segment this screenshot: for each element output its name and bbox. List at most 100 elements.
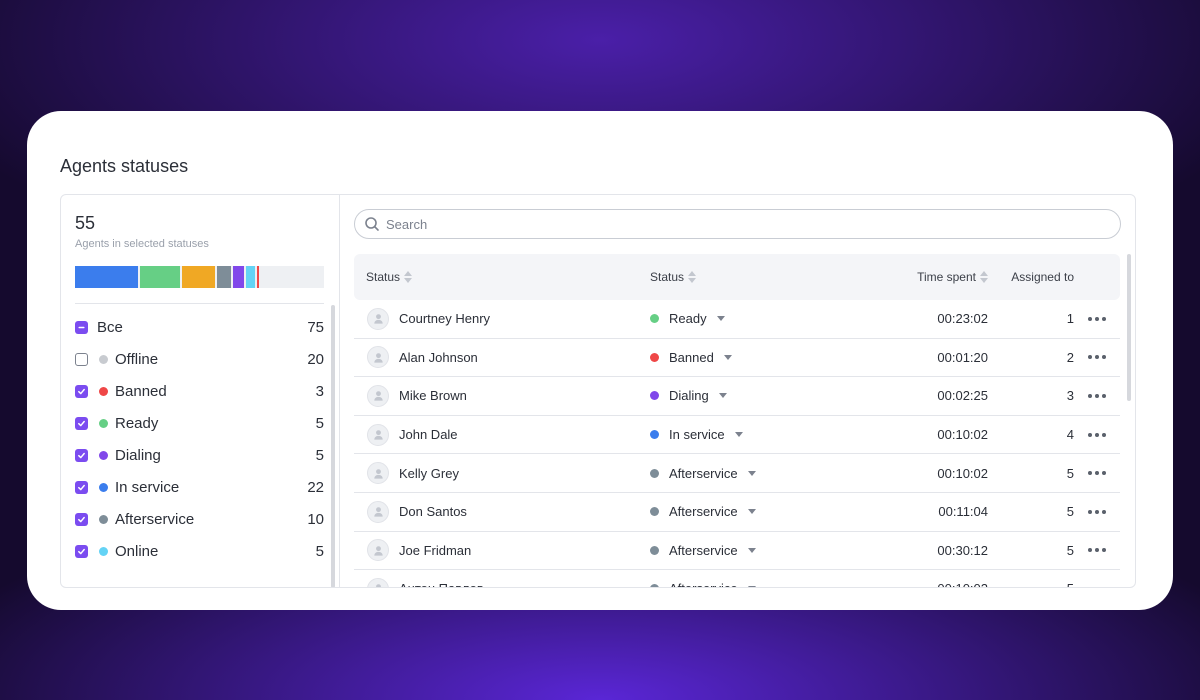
agent-cell: Courtney Henry: [354, 307, 638, 330]
column-header-label: Assigned to: [1011, 270, 1074, 284]
assigned-to: 5: [1066, 542, 1074, 558]
filter-checkbox[interactable]: [75, 320, 88, 334]
bar-segment: [140, 266, 180, 288]
assigned-to: 3: [1066, 388, 1074, 404]
status-filter-row[interactable]: Dialing 5: [75, 439, 324, 471]
more-icon[interactable]: [1088, 471, 1106, 476]
filter-count: 5: [315, 446, 324, 464]
status-filter-row[interactable]: In service 22: [75, 471, 324, 503]
status-color-dot: [650, 352, 659, 362]
chevron-down-icon: [734, 432, 743, 438]
status-label: Afterservice: [669, 504, 738, 520]
chevron-down-icon: [718, 393, 727, 399]
filter-count: 75: [307, 318, 324, 336]
more-icon[interactable]: [1088, 432, 1106, 437]
bar-segment: [233, 266, 244, 288]
status-filter-row[interactable]: Banned 3: [75, 375, 324, 407]
status-dropdown[interactable]: Afterservice: [638, 543, 838, 558]
status-dropdown[interactable]: In service: [638, 427, 838, 442]
agent-name: John Dale: [399, 427, 458, 443]
status-filter-row[interactable]: Online 5: [75, 535, 324, 567]
bar-segment: [257, 266, 259, 288]
table-row[interactable]: John Dale In service 00:10:02 4: [354, 416, 1120, 455]
row-actions[interactable]: [1074, 355, 1120, 360]
filter-checkbox[interactable]: [75, 352, 88, 366]
more-icon[interactable]: [1088, 393, 1106, 398]
sort-icon[interactable]: [404, 271, 413, 283]
column-header-time-spent[interactable]: Time spent: [838, 270, 988, 284]
row-actions[interactable]: [1074, 548, 1120, 553]
more-icon[interactable]: [1088, 316, 1106, 321]
table-header: Status Status Time spent Assigned to: [354, 254, 1120, 300]
column-header-assigned-to: Assigned to: [988, 270, 1074, 284]
status-filter-row[interactable]: Afterservice 10: [75, 503, 324, 535]
row-actions[interactable]: [1074, 509, 1120, 514]
bar-segment: [75, 266, 138, 288]
status-dropdown[interactable]: Ready: [638, 311, 838, 326]
time-spent: 00:10:02: [937, 465, 988, 481]
status-dropdown[interactable]: Banned: [638, 350, 838, 365]
table-scrollbar[interactable]: [1127, 254, 1131, 401]
status-dropdown[interactable]: Afterservice: [638, 466, 838, 481]
table-row[interactable]: Mike Brown Dialing 00:02:25 3: [354, 377, 1120, 416]
status-color-dot: [650, 391, 659, 401]
time-spent: 00:10:02: [937, 427, 988, 443]
agent-cell: John Dale: [354, 423, 638, 446]
agents-table-panel: Status Status Time spent Assigned to: [341, 195, 1135, 587]
table-row[interactable]: Alan Johnson Banned 00:01:20 2: [354, 339, 1120, 378]
column-header-status[interactable]: Status: [638, 270, 838, 284]
status-dropdown[interactable]: Afterservice: [638, 504, 838, 519]
table-row[interactable]: Kelly Grey Afterservice 00:10:02 5: [354, 454, 1120, 493]
agent-name: Alan Johnson: [399, 349, 478, 365]
filter-label: Online: [115, 542, 159, 560]
search-box[interactable]: [354, 209, 1121, 239]
agent-cell: Mike Brown: [354, 384, 638, 407]
more-icon[interactable]: [1088, 355, 1106, 360]
row-actions[interactable]: [1074, 316, 1120, 321]
table-row[interactable]: Joe Fridman Afterservice 00:30:12 5: [354, 532, 1120, 571]
table-row[interactable]: Courtney Henry Ready 00:23:02 1: [354, 300, 1120, 339]
filter-label: In service: [115, 478, 180, 496]
status-label: Dialing: [669, 388, 709, 404]
table-row[interactable]: Антон Павлов Afterservice 00:10:025: [354, 570, 1120, 587]
avatar-icon: [367, 423, 389, 446]
filter-label: Ready: [115, 414, 159, 432]
filter-scrollbar[interactable]: [331, 305, 335, 587]
filter-checkbox[interactable]: [75, 384, 88, 398]
agent-cell: Joe Fridman: [354, 539, 638, 562]
agents-count: 55: [75, 213, 96, 233]
sort-icon[interactable]: [980, 271, 988, 283]
row-actions[interactable]: [1074, 471, 1120, 476]
column-header-name[interactable]: Status: [354, 270, 638, 284]
row-actions[interactable]: [1074, 393, 1120, 398]
status-label: Afterservice: [669, 542, 738, 558]
column-header-label: Status: [366, 270, 401, 284]
more-icon[interactable]: [1088, 509, 1106, 514]
search-input[interactable]: [386, 216, 1086, 232]
more-icon[interactable]: [1088, 548, 1106, 553]
status-filter-row[interactable]: Все 75: [75, 311, 324, 343]
table-row[interactable]: Don Santos Afterservice 00:11:04 5: [354, 493, 1120, 532]
sort-icon[interactable]: [688, 271, 697, 283]
more-icon[interactable]: [1088, 586, 1106, 587]
filter-label: Banned: [115, 382, 167, 400]
avatar-icon: [367, 307, 389, 330]
filter-label: Afterservice: [115, 510, 195, 528]
agents-card: Agents statuses 55 Agents in selected st…: [27, 111, 1173, 610]
filter-checkbox[interactable]: [75, 480, 88, 494]
agents-panel: 55 Agents in selected statuses Все 75 Offl…: [60, 194, 1136, 588]
status-label: Ready: [669, 311, 707, 327]
row-actions[interactable]: [1074, 432, 1120, 437]
row-actions[interactable]: [1074, 586, 1120, 587]
filter-checkbox[interactable]: [75, 448, 88, 462]
assigned-to: 4: [1066, 427, 1074, 443]
status-dropdown[interactable]: Dialing: [638, 388, 838, 403]
chevron-down-icon: [747, 509, 756, 515]
filter-checkbox[interactable]: [75, 416, 88, 430]
filter-checkbox[interactable]: [75, 512, 88, 526]
filter-checkbox[interactable]: [75, 544, 88, 558]
agent-cell: Don Santos: [354, 500, 638, 523]
status-dropdown[interactable]: Afterservice: [638, 581, 838, 587]
status-filter-row[interactable]: Ready 5: [75, 407, 324, 439]
status-filter-row[interactable]: Offline 20: [75, 343, 324, 375]
